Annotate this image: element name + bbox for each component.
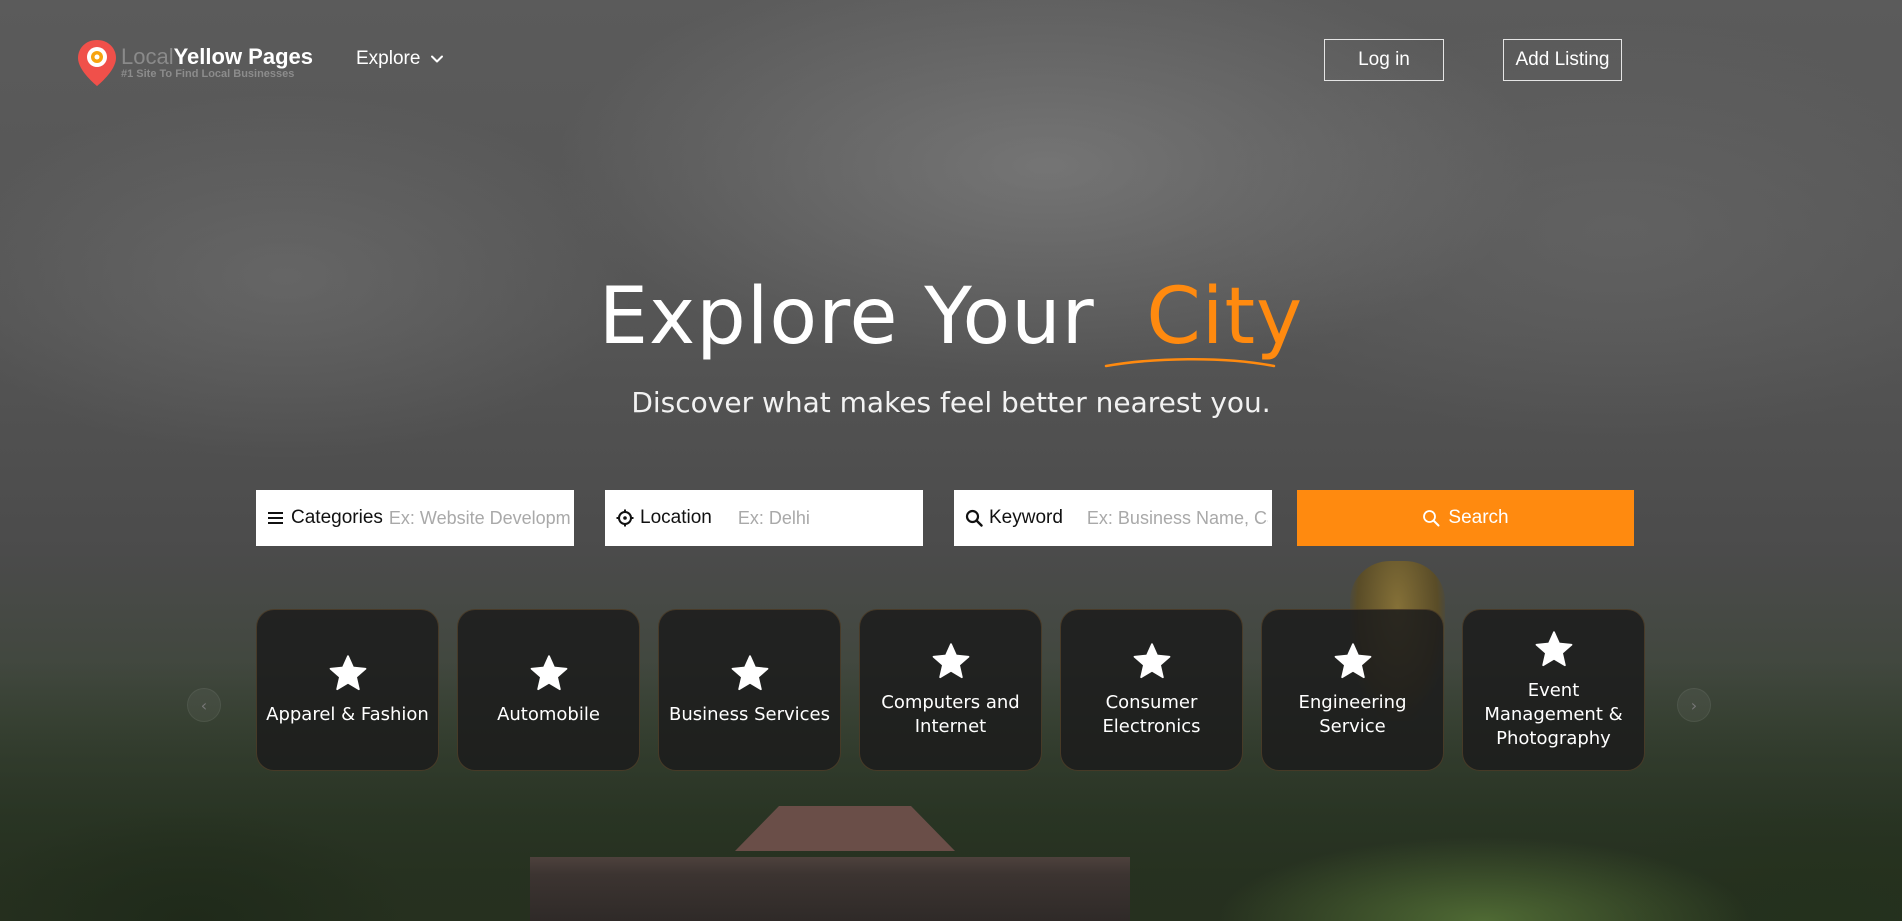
star-icon [1334,643,1371,679]
hero-title-main: Explore Your [598,272,1095,362]
category-card[interactable]: Consumer Electronics [1060,609,1243,771]
keyword-label-text: Keyword [989,507,1063,528]
logo-tagline: #1 Site To Find Local Businesses [121,68,295,80]
title-underline-decoration [1104,358,1276,368]
category-card[interactable]: Engineering Service [1261,609,1444,771]
categories-label-text: Categories [291,507,383,528]
categories-field-label: Categories [256,507,383,529]
search-button[interactable]: Search [1297,490,1634,546]
category-label: Engineering Service [1298,692,1407,737]
star-icon [329,655,366,691]
category-label: Automobile [497,704,600,725]
keyword-field-label: Keyword [954,507,1063,529]
carousel-prev-button[interactable]: ‹ [187,688,221,722]
hero-title-accent: City [1146,272,1304,362]
chevron-down-icon [431,55,444,63]
logo-title: LocalYellow Pages [121,46,313,68]
logo-title-bold: Yellow Pages [173,44,313,69]
star-icon [932,643,969,679]
category-card[interactable]: Event Management & Photography [1462,609,1645,771]
star-icon [1535,631,1572,667]
menu-icon [268,512,283,524]
add-listing-button[interactable]: Add Listing [1503,39,1622,81]
location-label-text: Location [640,507,712,528]
category-label: Apparel & Fashion [266,704,429,725]
category-label: Consumer Electronics [1102,692,1201,737]
map-pin-icon [75,38,119,86]
category-card[interactable]: Business Services [658,609,841,771]
category-card[interactable]: Apparel & Fashion [256,609,439,771]
carousel-next-button[interactable]: › [1677,688,1711,722]
category-label: Event Management & Photography [1484,680,1623,749]
star-icon [1133,643,1170,679]
location-field-label: Location [605,507,712,529]
category-label: Business Services [669,704,830,725]
nav-explore-dropdown[interactable]: Explore [356,48,444,70]
nav-explore-label: Explore [356,48,421,69]
hero-subtitle: Discover what makes feel better nearest … [631,386,1271,419]
hero-title: Explore Your City [0,272,1902,362]
location-search-field: Location [605,490,923,546]
logo-text: LocalYellow Pages #1 Site To Find Local … [121,46,313,81]
search-icon [1423,510,1440,527]
crosshair-icon [616,509,634,527]
search-button-label: Search [1448,507,1509,528]
site-header: LocalYellow Pages #1 Site To Find Local … [0,0,1902,120]
keyword-search-field: Keyword [954,490,1272,546]
search-icon [965,509,983,527]
logo-title-light: Local [121,44,174,69]
site-logo[interactable]: LocalYellow Pages #1 Site To Find Local … [75,38,313,86]
star-icon [731,655,768,691]
location-input[interactable] [737,507,919,529]
login-button[interactable]: Log in [1324,39,1444,81]
star-icon [530,655,567,691]
category-card[interactable]: Computers and Internet [859,609,1042,771]
category-card[interactable]: Automobile [457,609,640,771]
categories-search-field: Categories [256,490,574,546]
categories-input[interactable] [388,507,570,529]
keyword-input[interactable] [1086,507,1268,529]
category-label: Computers and Internet [881,692,1020,737]
